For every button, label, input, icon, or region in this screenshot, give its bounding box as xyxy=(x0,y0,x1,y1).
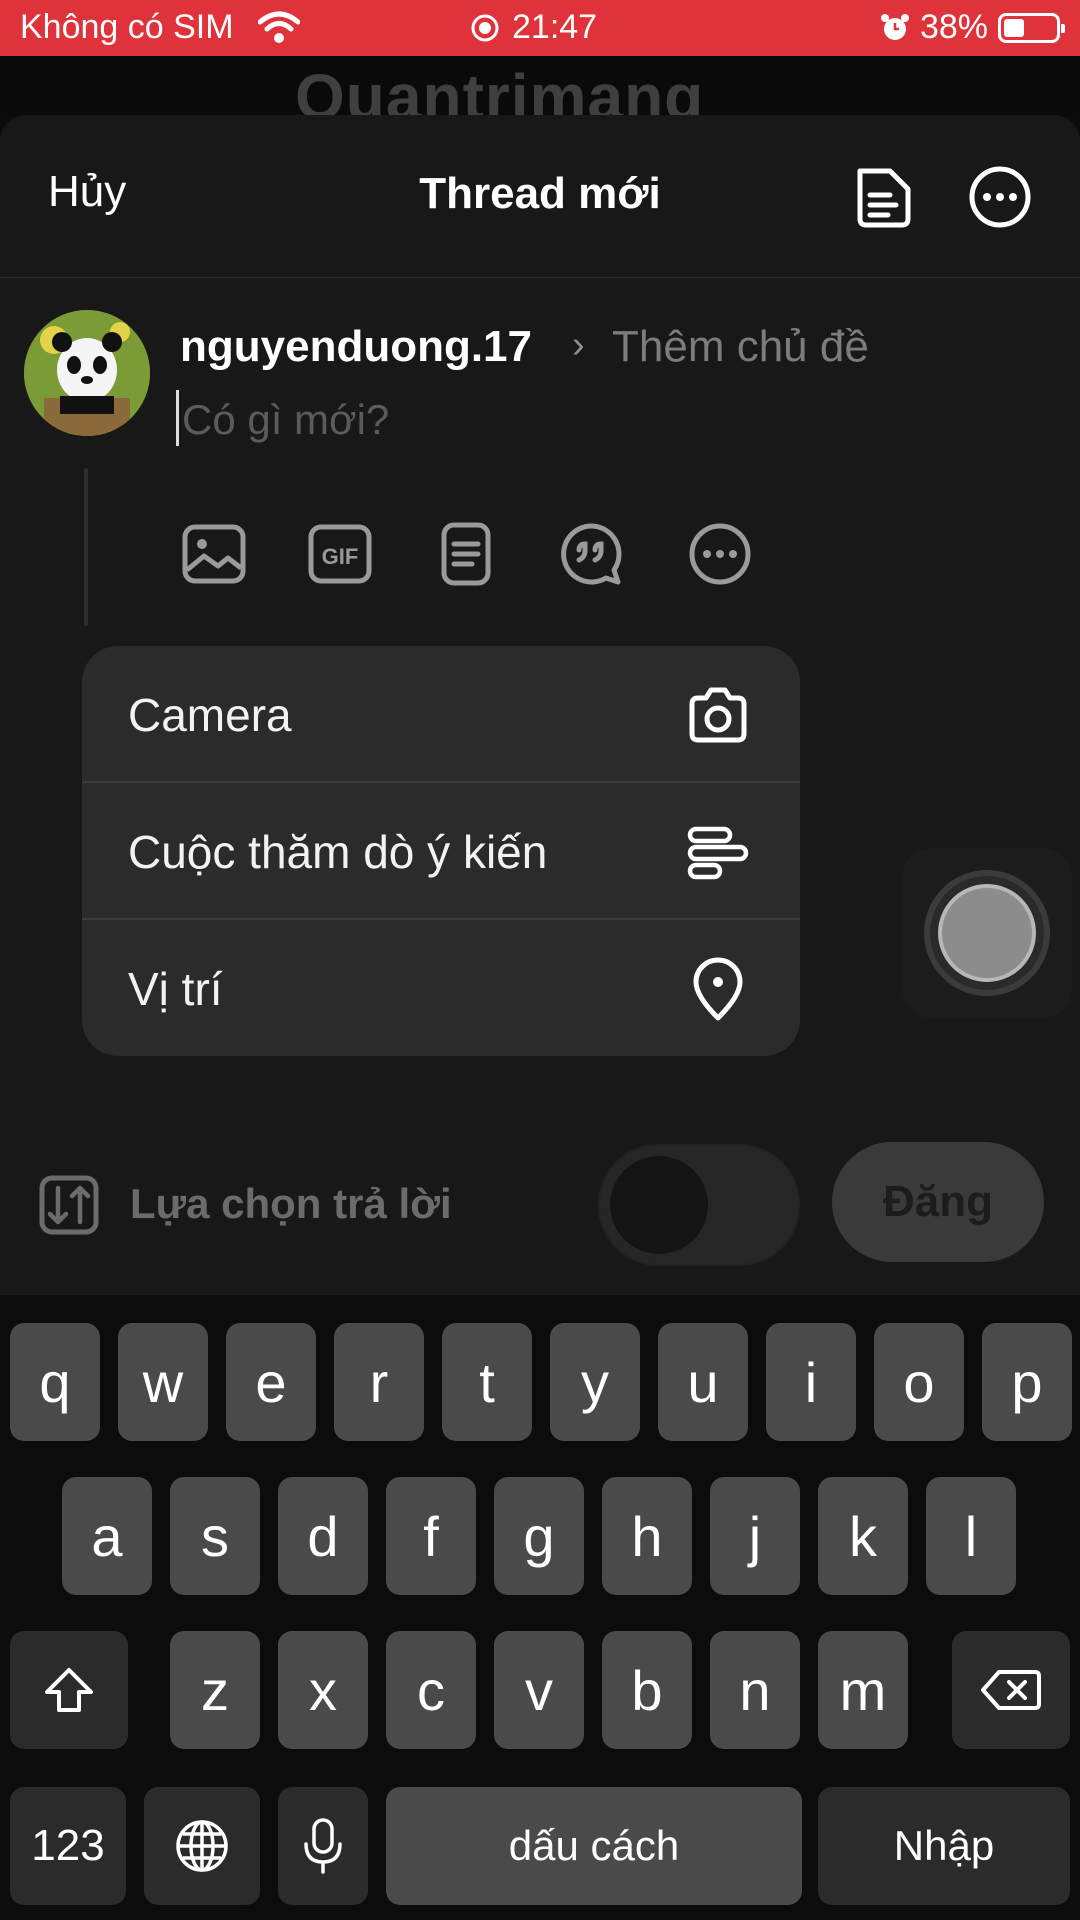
key-d[interactable]: d xyxy=(278,1477,368,1595)
toggle-thumb xyxy=(610,1156,708,1254)
chevron-right-icon: › xyxy=(572,324,585,366)
menu-item-label: Camera xyxy=(128,689,292,741)
key-p[interactable]: p xyxy=(982,1323,1072,1441)
avatar-image xyxy=(24,310,150,436)
location-pin-icon xyxy=(693,957,743,1021)
poll-icon xyxy=(687,826,749,880)
key-s[interactable]: s xyxy=(170,1477,260,1595)
key-o[interactable]: o xyxy=(874,1323,964,1441)
microphone-key[interactable] xyxy=(278,1787,368,1905)
focus-icon xyxy=(471,14,499,41)
image-icon[interactable] xyxy=(180,520,248,588)
battery-percent: 38% xyxy=(919,8,988,46)
camera-icon xyxy=(689,687,747,743)
key-b[interactable]: b xyxy=(602,1631,692,1749)
wifi-icon xyxy=(258,11,300,43)
post-button-label: Đăng xyxy=(883,1177,993,1226)
globe-key[interactable] xyxy=(144,1787,260,1905)
status-bar: Không có SIM 21:47 38% xyxy=(0,0,1080,56)
key-n[interactable]: n xyxy=(710,1631,800,1749)
keyboard: q w e r t y u i o p a s d f g h j k l z … xyxy=(0,1297,1080,1920)
drafts-icon[interactable] xyxy=(850,163,918,231)
gif-label: GIF xyxy=(322,544,359,569)
numbers-key[interactable]: 123 xyxy=(10,1787,126,1905)
key-z[interactable]: z xyxy=(170,1631,260,1749)
key-x[interactable]: x xyxy=(278,1631,368,1749)
globe-icon xyxy=(176,1820,228,1872)
alarm-icon xyxy=(880,13,909,40)
menu-item-poll[interactable]: Cuộc thăm dò ý kiến xyxy=(82,783,800,920)
reply-options-label[interactable]: Lựa chọn trả lời xyxy=(130,1180,452,1228)
shift-key[interactable] xyxy=(10,1631,128,1749)
avatar[interactable] xyxy=(24,310,150,436)
assistive-touch-knob xyxy=(938,884,1036,982)
menu-item-label: Cuộc thăm dò ý kiến xyxy=(128,826,548,878)
menu-item-label: Vị trí xyxy=(128,963,223,1015)
return-key[interactable]: Nhập xyxy=(818,1787,1070,1905)
text-cursor xyxy=(176,390,179,446)
quote-icon[interactable] xyxy=(558,520,626,588)
backspace-icon xyxy=(981,1670,1041,1710)
key-a[interactable]: a xyxy=(62,1477,152,1595)
key-i[interactable]: i xyxy=(766,1323,856,1441)
key-k[interactable]: k xyxy=(818,1477,908,1595)
username: nguyenduong.17 xyxy=(180,322,532,371)
key-v[interactable]: v xyxy=(494,1631,584,1749)
page-title: Thread mới xyxy=(419,169,661,218)
menu-item-location[interactable]: Vị trí xyxy=(82,920,800,1056)
add-topic-button[interactable]: Thêm chủ đề xyxy=(612,322,869,372)
key-y[interactable]: y xyxy=(550,1323,640,1441)
reply-options-icon[interactable] xyxy=(38,1174,100,1236)
key-t[interactable]: t xyxy=(442,1323,532,1441)
key-f[interactable]: f xyxy=(386,1477,476,1595)
attachment-menu: Camera Cuộc thăm dò ý kiến Vị trí xyxy=(82,646,800,1056)
key-q[interactable]: q xyxy=(10,1323,100,1441)
sheet-header: Hủy Thread mới xyxy=(0,115,1080,278)
thread-text-input[interactable]: Có gì mới? xyxy=(182,396,389,444)
key-g[interactable]: g xyxy=(494,1477,584,1595)
space-key[interactable]: dấu cách xyxy=(386,1787,802,1905)
key-m[interactable]: m xyxy=(818,1631,908,1749)
microphone-icon xyxy=(304,1818,342,1874)
document-icon[interactable] xyxy=(432,520,500,588)
battery-icon xyxy=(998,12,1065,43)
menu-item-camera[interactable]: Camera xyxy=(82,646,800,783)
key-w[interactable]: w xyxy=(118,1323,208,1441)
gif-icon[interactable]: GIF xyxy=(306,520,374,588)
post-button[interactable]: Đăng xyxy=(832,1142,1044,1262)
key-r[interactable]: r xyxy=(334,1323,424,1441)
key-u[interactable]: u xyxy=(658,1323,748,1441)
key-h[interactable]: h xyxy=(602,1477,692,1595)
key-j[interactable]: j xyxy=(710,1477,800,1595)
assistive-touch-button[interactable] xyxy=(902,848,1072,1018)
key-l[interactable]: l xyxy=(926,1477,1016,1595)
carrier-label: Không có SIM xyxy=(20,8,234,46)
thread-line xyxy=(84,468,88,626)
more-icon[interactable] xyxy=(686,520,754,588)
key-e[interactable]: e xyxy=(226,1323,316,1441)
backspace-key[interactable] xyxy=(952,1631,1070,1749)
reply-toggle[interactable] xyxy=(598,1144,800,1266)
status-time: 21:47 xyxy=(512,8,598,46)
shift-icon xyxy=(45,1668,93,1712)
key-c[interactable]: c xyxy=(386,1631,476,1749)
more-options-icon[interactable] xyxy=(966,163,1034,231)
